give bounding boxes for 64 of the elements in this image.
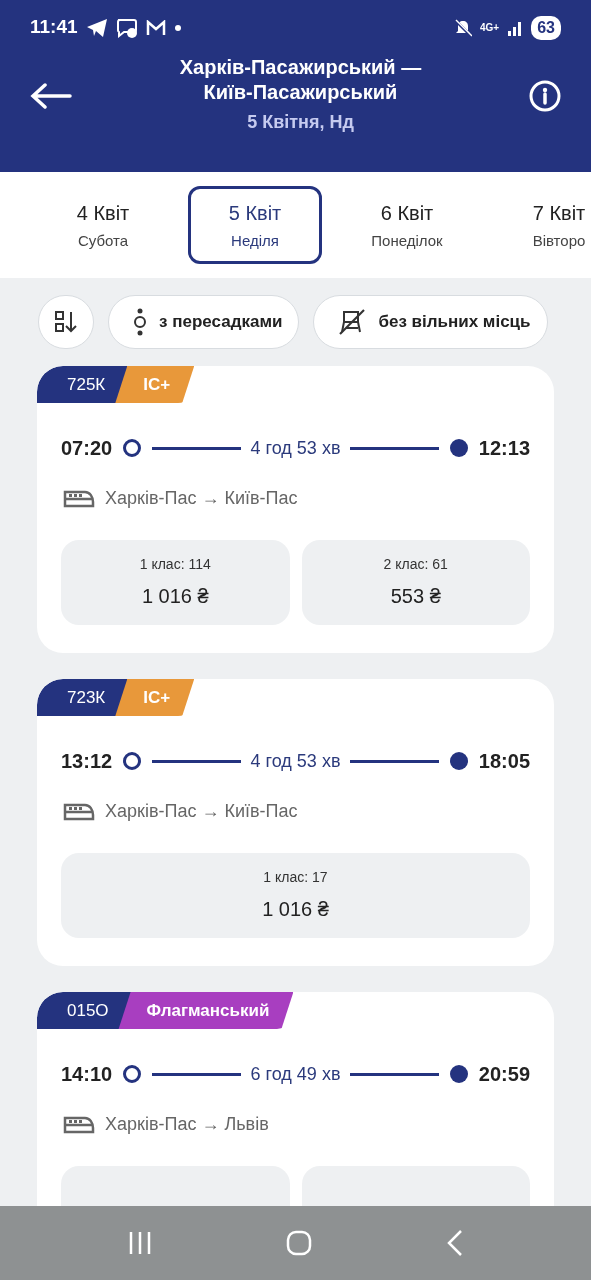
- route-text: Харків-Пас → Київ-Пас: [105, 487, 298, 510]
- crossed-seat-icon: [338, 308, 367, 336]
- transfer-stops-icon: [133, 308, 147, 336]
- status-time: 11:41: [30, 15, 78, 40]
- fare-option[interactable]: 2 клас: 61 553 ₴: [301, 540, 530, 625]
- train-card[interactable]: 723К IC+ 13:12 4 год 53 хв 18:05 Харків-Пас → Київ-Пас 1 клас: 17 1 016 ₴: [37, 679, 554, 966]
- seat-class: 1 клас: 17: [262, 868, 329, 887]
- route-text: Харків-Пас → Львів: [105, 1113, 269, 1136]
- travel-date: 5 Квітня, Нд: [246, 111, 355, 134]
- date-tab[interactable]: 6 Квіт Понеділок: [340, 186, 474, 264]
- trip-duration: 4 год 53 хв: [250, 436, 341, 460]
- train-number: 725К: [37, 366, 128, 403]
- train-icon: [63, 1114, 95, 1135]
- chat-icon: [115, 17, 138, 38]
- no-seats-filter[interactable]: без вільних місць: [313, 295, 548, 349]
- train-number: 723К: [37, 679, 128, 716]
- date-tab[interactable]: 5 Квіт Неділя: [188, 186, 322, 264]
- back-button[interactable]: [30, 82, 72, 109]
- signal-icon: [507, 19, 524, 36]
- end-point-icon: [448, 438, 469, 458]
- info-icon: [529, 79, 561, 112]
- end-point-icon: [448, 751, 469, 771]
- dot-icon: [173, 23, 182, 32]
- arrival-time: 12:13: [478, 436, 530, 461]
- end-point-icon: [448, 1064, 469, 1084]
- departure-time: 14:10: [61, 1062, 113, 1087]
- back-arrow-icon: [30, 82, 72, 109]
- trip-duration: 6 год 49 хв: [250, 1062, 341, 1086]
- trip-duration: 4 год 53 хв: [250, 749, 341, 773]
- start-point-icon: [122, 751, 143, 771]
- mute-icon: [454, 18, 472, 37]
- network-type: 4G+: [480, 21, 500, 35]
- home-icon[interactable]: [286, 1230, 313, 1256]
- info-button[interactable]: [529, 79, 561, 112]
- arrival-time: 18:05: [478, 749, 530, 774]
- back-icon[interactable]: [446, 1229, 465, 1257]
- seat-class: 2 клас: 61: [382, 555, 449, 574]
- start-point-icon: [122, 1064, 143, 1084]
- seat-class: 1 клас: 114: [138, 555, 212, 574]
- fare-price: 1 016 ₴: [261, 897, 330, 922]
- train-number: 015О: [37, 992, 131, 1029]
- date-tab[interactable]: 4 Квіт Субота: [36, 186, 170, 264]
- transfers-filter[interactable]: з пересадками: [108, 295, 300, 349]
- start-point-icon: [122, 438, 143, 458]
- fare-option[interactable]: 1 клас: 17 1 016 ₴: [61, 853, 530, 938]
- train-icon: [63, 488, 95, 509]
- sort-button[interactable]: [38, 295, 94, 349]
- route-text: Харків-Пас → Київ-Пас: [105, 800, 298, 823]
- telegram-icon: [85, 17, 108, 38]
- train-type-tag: Флагманський: [116, 992, 294, 1029]
- fare-price: 1 016 ₴: [140, 584, 210, 609]
- route-title: Київ-Пасажирський: [202, 80, 399, 105]
- fare-option[interactable]: 1 клас: 114 1 016 ₴: [61, 540, 290, 625]
- route-title: Харків-Пасажирський —: [178, 55, 423, 80]
- date-tab[interactable]: 7 Квіт Вівторо: [492, 186, 591, 264]
- arrival-time: 20:59: [478, 1062, 530, 1087]
- departure-time: 07:20: [61, 436, 113, 461]
- train-icon: [63, 801, 95, 822]
- mail-icon: [145, 19, 166, 36]
- fare-price: 553 ₴: [389, 584, 442, 609]
- sort-icon: [54, 310, 78, 334]
- battery-level: 63: [531, 15, 561, 40]
- departure-time: 13:12: [61, 749, 113, 774]
- train-card[interactable]: 725К IC+ 07:20 4 год 53 хв 12:13 Харків-Пас → Київ-Пас 1 клас: 114 1 016 ₴ 2 клас: 61 553 ₴: [37, 366, 554, 653]
